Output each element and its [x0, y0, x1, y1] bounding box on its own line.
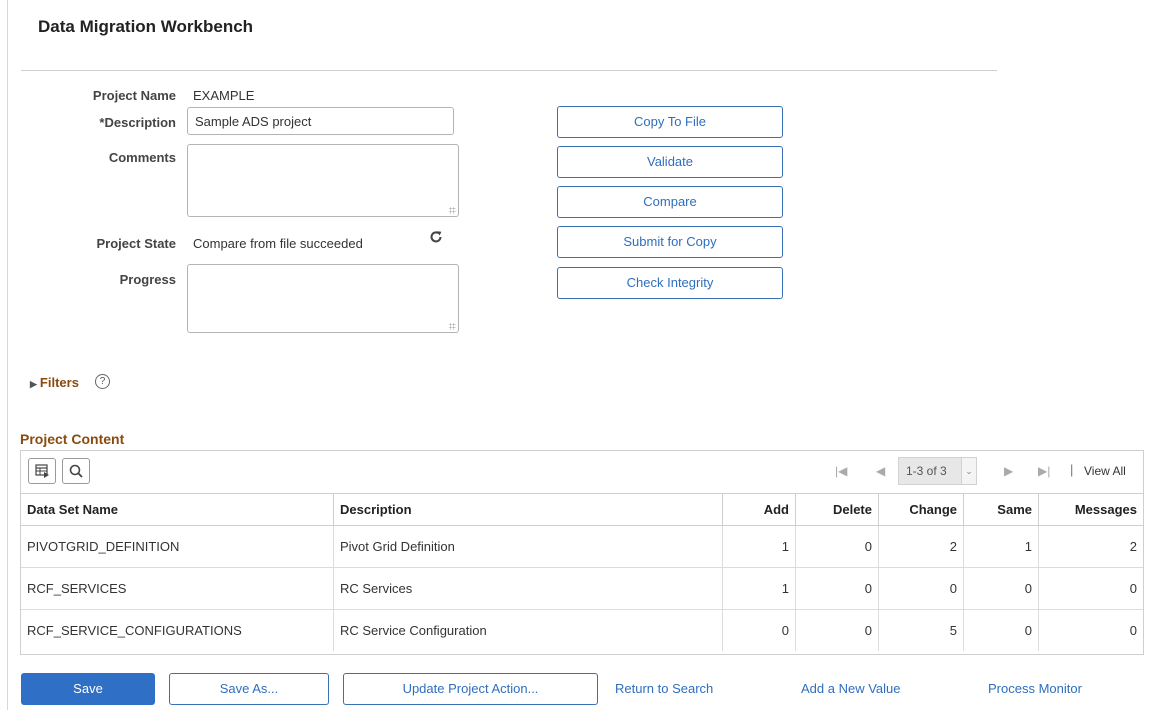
pager-range-label: 1-3 of 3 — [906, 464, 947, 478]
same-count: 0 — [963, 609, 1039, 651]
view-all-link[interactable]: View All — [1084, 464, 1126, 478]
messages-count: 0 — [1129, 623, 1137, 638]
delete-count: 0 — [795, 567, 879, 610]
description-label: *Description — [99, 115, 176, 130]
column-header-same[interactable]: Same — [963, 493, 1039, 526]
add-count: 0 — [722, 609, 796, 651]
project-state-value: Compare from file succeeded — [193, 236, 363, 251]
last-page-icon[interactable]: ▶| — [1038, 464, 1050, 478]
save-as-button[interactable]: Save As... — [169, 673, 329, 705]
add-new-value-link[interactable]: Add a New Value — [801, 681, 901, 696]
chevron-down-icon: ⌄ — [961, 458, 976, 484]
add-count-link[interactable]: 1 — [722, 567, 796, 610]
column-header-delete[interactable]: Delete — [795, 493, 879, 526]
progress-textarea[interactable] — [187, 264, 459, 333]
same-count: 0 — [963, 567, 1039, 610]
progress-label: Progress — [119, 272, 176, 287]
filters-label: Filters — [39, 375, 79, 390]
data-set-name-link[interactable]: PIVOTGRID_DEFINITION — [21, 525, 334, 568]
column-header-description[interactable]: Description — [333, 493, 723, 526]
delete-count: 0 — [795, 525, 879, 568]
pager-divider: | — [1070, 462, 1074, 477]
triangle-right-icon: ▶ — [30, 379, 37, 389]
description-field[interactable] — [187, 107, 454, 135]
description-cell: RC Services — [333, 567, 723, 610]
change-count-link[interactable]: 2 — [878, 525, 964, 568]
comments-label: Comments — [108, 150, 176, 165]
check-integrity-button[interactable]: Check Integrity — [557, 267, 783, 299]
compare-button[interactable]: Compare — [557, 186, 783, 218]
table-row: RCF_SERVICES RC Services 1 0 0 0 0 — [21, 567, 1143, 610]
change-count-link[interactable]: 5 — [878, 609, 964, 651]
column-header-change[interactable]: Change — [878, 493, 964, 526]
change-count: 0 — [878, 567, 964, 610]
messages-count: 0 — [1038, 567, 1143, 610]
resize-grip-icon[interactable] — [449, 207, 456, 214]
delete-count: 0 — [795, 609, 879, 651]
grid-settings-icon — [35, 464, 49, 478]
comments-textarea[interactable] — [187, 144, 459, 217]
save-button[interactable]: Save — [21, 673, 155, 705]
messages-count-link[interactable]: 2 — [1038, 525, 1143, 568]
return-to-search-link[interactable]: Return to Search — [615, 681, 713, 696]
table-row: RCF_SERVICE_CONFIGURATIONS RC Service Co… — [21, 609, 1143, 651]
project-state-label: Project State — [96, 236, 176, 251]
data-set-name-link[interactable]: RCF_SERVICE_CONFIGURATIONS — [21, 609, 334, 651]
search-icon — [69, 464, 83, 478]
pager-range-select[interactable]: 1-3 of 3 ⌄ — [898, 457, 977, 485]
previous-page-icon[interactable]: ◀ — [876, 464, 885, 478]
validate-button[interactable]: Validate — [557, 146, 783, 178]
table-row: PIVOTGRID_DEFINITION Pivot Grid Definiti… — [21, 525, 1143, 568]
description-cell: Pivot Grid Definition — [333, 525, 723, 568]
submit-for-copy-button[interactable]: Submit for Copy — [557, 226, 783, 258]
data-set-name-link[interactable]: RCF_SERVICES — [21, 567, 334, 610]
title-divider — [21, 70, 997, 71]
next-page-icon[interactable]: ▶ — [1004, 464, 1013, 478]
project-name-label: Project Name — [92, 88, 176, 103]
column-header-add[interactable]: Add — [722, 493, 796, 526]
project-content-table: Data Set Name Description Add Delete Cha… — [21, 493, 1143, 651]
table-header-row: Data Set Name Description Add Delete Cha… — [21, 493, 1143, 526]
find-button[interactable] — [62, 458, 90, 484]
help-icon[interactable]: ? — [95, 374, 110, 389]
personalize-grid-button[interactable] — [28, 458, 56, 484]
description-cell: RC Service Configuration — [333, 609, 723, 651]
add-count-link[interactable]: 1 — [722, 525, 796, 568]
refresh-icon[interactable] — [429, 230, 443, 244]
filters-toggle[interactable]: ▶ Filters — [30, 375, 79, 390]
column-header-data-set-name[interactable]: Data Set Name — [21, 493, 334, 526]
same-count-link[interactable]: 1 — [963, 525, 1039, 568]
page-title: Data Migration Workbench — [38, 17, 254, 36]
copy-to-file-button[interactable]: Copy To File — [557, 106, 783, 138]
first-page-icon[interactable]: |◀ — [835, 464, 847, 478]
update-project-action-button[interactable]: Update Project Action... — [343, 673, 598, 705]
process-monitor-link[interactable]: Process Monitor — [988, 681, 1082, 696]
column-header-messages[interactable]: Messages — [1038, 493, 1143, 526]
resize-grip-icon[interactable] — [449, 323, 456, 330]
section-title: Project Content — [20, 431, 125, 447]
project-name-value: EXAMPLE — [193, 88, 255, 103]
